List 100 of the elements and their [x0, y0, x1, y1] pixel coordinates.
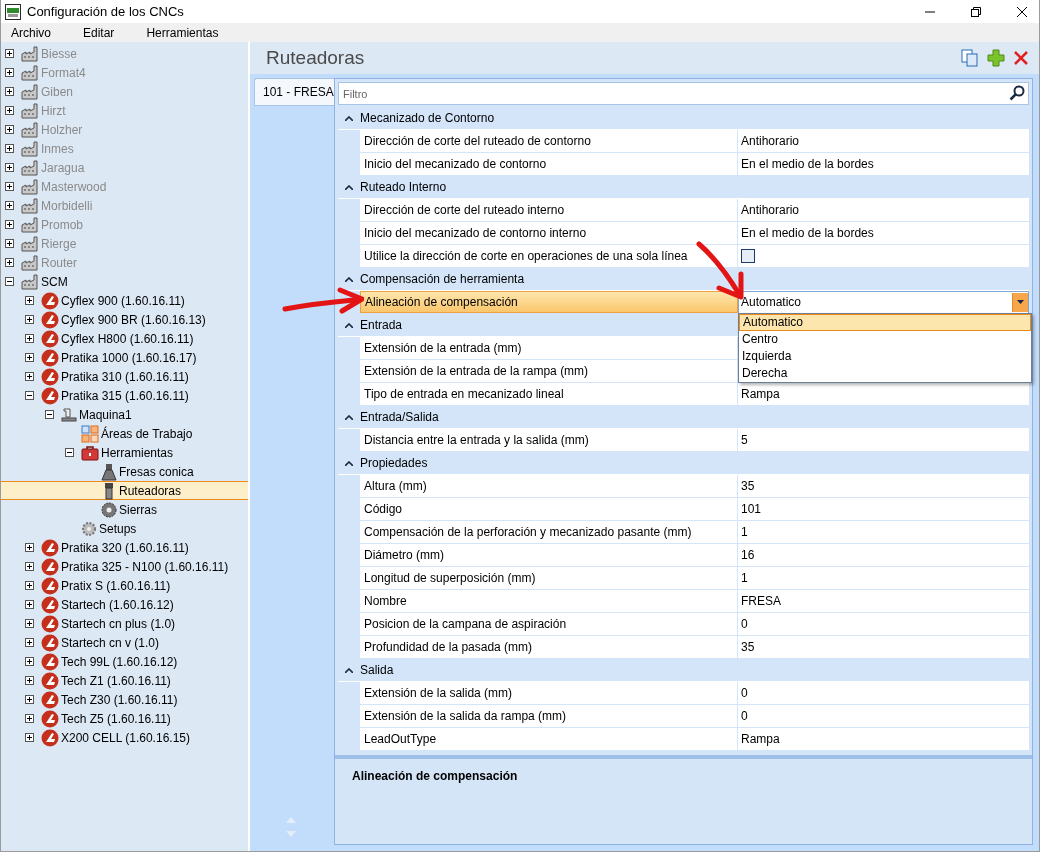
tree-item[interactable]: Sierras [119, 502, 157, 517]
property-label[interactable]: Extensión de la entrada de la rampa (mm) [360, 360, 738, 382]
tree-item[interactable]: Tech Z1 (1.60.16.11) [61, 673, 171, 688]
property-label[interactable]: Nombre [360, 590, 738, 612]
property-label[interactable]: Extensión de la salida (mm) [360, 682, 738, 704]
expand-icon[interactable] [25, 695, 34, 704]
expand-icon[interactable] [25, 733, 34, 742]
tree-item[interactable]: Cyflex 900 BR (1.60.16.13) [61, 312, 206, 327]
property-label[interactable]: Extensión de la salida da rampa (mm) [360, 705, 738, 727]
close-icon[interactable] [1017, 6, 1027, 17]
expand-icon[interactable] [25, 372, 34, 381]
tab[interactable]: 101 - FRESA [254, 78, 334, 106]
tree-item[interactable]: Pratika 315 (1.60.16.11) [61, 388, 189, 403]
delete-icon[interactable] [1013, 50, 1029, 66]
tree-item[interactable]: Áreas de Trabajo [101, 426, 193, 441]
expand-icon[interactable] [5, 68, 14, 77]
tree-item[interactable]: Fresas conica [119, 464, 194, 479]
expand-icon[interactable] [25, 619, 34, 628]
expand-icon[interactable] [5, 125, 14, 134]
expand-icon[interactable] [5, 87, 14, 96]
expand-icon[interactable] [25, 676, 34, 685]
expand-icon[interactable] [5, 106, 14, 115]
property-label[interactable]: Longitud de superposición (mm) [360, 567, 738, 589]
expand-icon[interactable] [25, 657, 34, 666]
collapse-caret-icon[interactable] [345, 460, 353, 466]
collapse-caret-icon[interactable] [345, 322, 353, 328]
collapse-icon[interactable] [65, 448, 74, 457]
expand-icon[interactable] [5, 220, 14, 229]
property-label[interactable]: Distancia entre la entrada y la salida (mm) [360, 429, 738, 451]
filter-field[interactable]: Filtro [338, 82, 1029, 105]
property-label[interactable]: Inicio del mecanizado de contorno [360, 153, 738, 175]
tree-item[interactable]: Cyflex 900 (1.60.16.11) [61, 293, 185, 308]
tree-item[interactable]: X200 CELL (1.60.16.15) [61, 730, 190, 745]
property-label[interactable]: Código [360, 498, 738, 520]
expand-icon[interactable] [5, 201, 14, 210]
collapse-icon[interactable] [5, 277, 14, 286]
collapse-caret-icon[interactable] [345, 276, 353, 282]
expand-icon[interactable] [25, 600, 34, 609]
tree-item[interactable]: Pratika 1000 (1.60.16.17) [61, 350, 197, 365]
expand-icon[interactable] [5, 163, 14, 172]
checkbox[interactable] [741, 249, 755, 263]
property-label[interactable]: Posicion de la campana de aspiración [360, 613, 738, 635]
dropdown-field[interactable]: Automatico [738, 290, 1029, 314]
tree-item[interactable]: Pratika 320 (1.60.16.11) [61, 540, 189, 555]
expand-icon[interactable] [25, 315, 34, 324]
expand-icon[interactable] [25, 581, 34, 590]
tree-item[interactable]: SCM [41, 274, 68, 289]
menu-item[interactable]: Editar [77, 25, 121, 40]
tree-item[interactable]: Tech 99L (1.60.16.12) [61, 654, 178, 669]
expand-icon[interactable] [25, 638, 34, 647]
expand-icon[interactable] [25, 562, 34, 571]
expand-icon[interactable] [5, 144, 14, 153]
collapse-caret-icon[interactable] [345, 414, 353, 420]
search-icon[interactable] [1009, 85, 1025, 101]
factory-icon [21, 197, 39, 214]
menu-item[interactable]: Archivo [5, 25, 57, 40]
expand-icon[interactable] [25, 296, 34, 305]
dropdown-option[interactable]: Izquierda [739, 348, 1031, 365]
expand-icon[interactable] [5, 49, 14, 58]
property-value: Rampa [741, 387, 780, 401]
property-label[interactable]: Profundidad de la pasada (mm) [360, 636, 738, 658]
tree-item[interactable]: Cyflex H800 (1.60.16.11) [61, 331, 194, 346]
expand-icon[interactable] [25, 353, 34, 362]
expand-icon[interactable] [25, 543, 34, 552]
property-label[interactable]: Dirección de corte del ruteado interno [360, 199, 738, 221]
collapse-icon[interactable] [25, 391, 34, 400]
tree-item[interactable]: Herramientas [101, 445, 174, 460]
expand-icon[interactable] [25, 714, 34, 723]
copy-icon[interactable] [961, 49, 979, 67]
tree-item[interactable]: Maquina1 [79, 407, 132, 422]
dropdown-option[interactable]: Derecha [739, 365, 1031, 382]
expand-icon[interactable] [5, 239, 14, 248]
tree-item[interactable]: Startech (1.60.16.12) [61, 597, 174, 612]
dropdown-option[interactable]: Automatico [739, 314, 1031, 331]
restore-icon[interactable] [971, 6, 981, 17]
tree-item[interactable]: Tech Z30 (1.60.16.11) [61, 692, 178, 707]
property-label[interactable]: Altura (mm) [360, 475, 738, 497]
tree-item[interactable]: Setups [99, 521, 137, 536]
property-label[interactable]: Diámetro (mm) [360, 544, 738, 566]
tree-item[interactable]: Tech Z5 (1.60.16.11) [61, 711, 171, 726]
menu-item[interactable]: Herramientas [140, 25, 225, 40]
expand-icon[interactable] [5, 258, 14, 267]
collapse-caret-icon[interactable] [345, 115, 353, 121]
property-label[interactable]: LeadOutType [360, 728, 738, 750]
collapse-caret-icon[interactable] [345, 667, 353, 673]
tree-item[interactable]: Pratix S (1.60.16.11) [61, 578, 171, 593]
property-label[interactable]: Inicio del mecanizado de contorno interno [360, 222, 738, 244]
property-label[interactable]: Dirección de corte del ruteado de contorno [360, 130, 738, 152]
collapse-icon[interactable] [45, 410, 54, 419]
expand-icon[interactable] [25, 334, 34, 343]
tree-item[interactable]: Pratika 325 - N100 (1.60.16.11) [61, 559, 229, 574]
property-label[interactable]: Compensación de la perforación y mecanizado pasante (mm) [360, 521, 738, 543]
tree-item[interactable]: Startech cn plus (1.0) [61, 616, 176, 631]
collapse-caret-icon[interactable] [345, 184, 353, 190]
expand-icon[interactable] [5, 182, 14, 191]
add-icon[interactable] [987, 49, 1005, 67]
property-label[interactable]: Alineación de compensación [360, 291, 738, 313]
property-label[interactable]: Tipo de entrada en mecanizado lineal [360, 383, 738, 405]
tree-item[interactable]: Pratika 310 (1.60.16.11) [61, 369, 189, 384]
tree-item[interactable]: Startech cn v (1.0) [61, 635, 160, 650]
